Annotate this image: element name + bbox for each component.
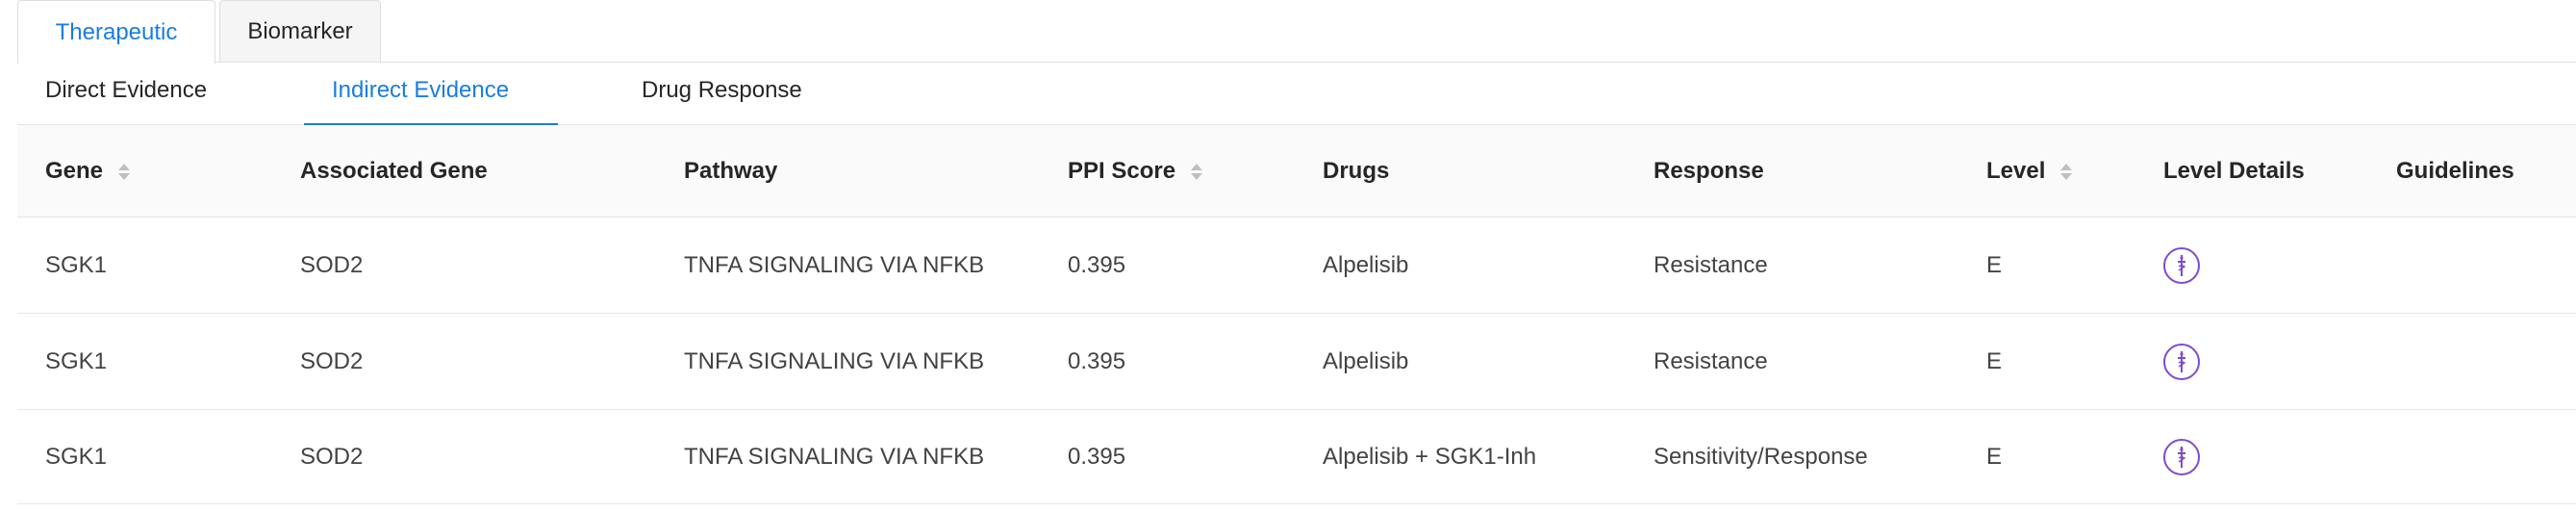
sort-icon[interactable]	[2060, 163, 2073, 180]
sort-icon[interactable]	[118, 163, 131, 180]
column-header-response: Response	[1654, 125, 1764, 218]
dagger-info-icon[interactable]	[2163, 343, 2200, 380]
cell-level: E	[1986, 347, 2003, 374]
table-row: SGK1 SOD2 TNFA SIGNALING VIA NFKB 0.395 …	[17, 218, 2576, 314]
dagger-info-icon[interactable]	[2163, 246, 2200, 284]
column-header-drugs: Drugs	[1323, 125, 1389, 218]
table-row: SGK1 SOD2 TNFA SIGNALING VIA NFKB 0.395 …	[17, 410, 2576, 504]
cell-pathway: TNFA SIGNALING VIA NFKB	[684, 347, 985, 374]
column-header-guidelines-label: Guidelines	[2396, 158, 2514, 184]
column-header-response-label: Response	[1654, 158, 1764, 184]
column-header-ppi-score[interactable]: PPI Score	[1068, 125, 1203, 218]
cell-gene: SGK1	[45, 347, 108, 374]
column-header-level[interactable]: Level	[1986, 125, 2073, 218]
cell-level-details	[2163, 218, 2200, 313]
cell-ppi-score: 0.395	[1068, 443, 1126, 470]
column-header-pathway-label: Pathway	[684, 158, 778, 184]
tab-biomarker-label: Biomarker	[247, 17, 353, 44]
column-header-associated-gene-label: Associated Gene	[300, 158, 488, 184]
tab-therapeutic-label: Therapeutic	[55, 18, 178, 45]
cell-gene: SGK1	[45, 251, 108, 278]
cell-drugs: Alpelisib	[1323, 347, 1409, 374]
dagger-info-icon[interactable]	[2163, 438, 2200, 475]
column-header-level-details: Level Details	[2163, 125, 2305, 218]
tab-therapeutic[interactable]: Therapeutic	[17, 0, 215, 64]
cell-ppi-score: 0.395	[1068, 251, 1126, 278]
subtab-indirect-evidence-label: Indirect Evidence	[332, 77, 510, 103]
subtab-direct-evidence-label: Direct Evidence	[45, 77, 208, 103]
column-header-pathway: Pathway	[684, 125, 777, 218]
cell-response: Resistance	[1654, 251, 1768, 278]
tab-biomarker[interactable]: Biomarker	[219, 0, 381, 62]
evidence-sub-tabs: Direct Evidence Indirect Evidence Drug R…	[17, 64, 2576, 126]
cell-drugs: Alpelisib + SGK1-Inh	[1323, 443, 1537, 470]
cell-gene: SGK1	[45, 443, 108, 470]
sort-icon[interactable]	[1191, 163, 1203, 180]
cell-pathway: TNFA SIGNALING VIA NFKB	[684, 251, 985, 278]
main-tab-baseline	[17, 62, 2576, 63]
cell-level: E	[1986, 251, 2003, 278]
column-header-guidelines: Guidelines	[2396, 125, 2514, 218]
cell-level-details	[2163, 410, 2200, 503]
cell-pathway: TNFA SIGNALING VIA NFKB	[684, 443, 985, 470]
cell-associated-gene: SOD2	[300, 251, 364, 278]
column-header-gene[interactable]: Gene	[45, 125, 131, 218]
subtab-indirect-evidence[interactable]: Indirect Evidence	[332, 77, 509, 104]
subtab-direct-evidence[interactable]: Direct Evidence	[45, 77, 207, 104]
cell-response: Resistance	[1654, 347, 1768, 374]
column-header-associated-gene: Associated Gene	[300, 125, 488, 218]
cell-associated-gene: SOD2	[300, 347, 364, 374]
cell-associated-gene: SOD2	[300, 443, 364, 470]
cell-response: Sensitivity/Response	[1654, 443, 1868, 470]
column-header-ppi-score-label: PPI Score	[1068, 158, 1176, 184]
main-tab-bar: Therapeutic Biomarker	[17, 0, 2576, 64]
column-header-level-label: Level	[1986, 158, 2046, 184]
column-header-gene-label: Gene	[45, 158, 104, 184]
table-header: Gene Associated Gene Pathway PPI Score D…	[17, 125, 2576, 218]
column-header-drugs-label: Drugs	[1323, 158, 1390, 184]
cell-level: E	[1986, 443, 2003, 470]
column-header-level-details-label: Level Details	[2163, 158, 2305, 184]
table-row: SGK1 SOD2 TNFA SIGNALING VIA NFKB 0.395 …	[17, 314, 2576, 410]
subtab-drug-response[interactable]: Drug Response	[642, 77, 802, 104]
cell-ppi-score: 0.395	[1068, 347, 1126, 374]
cell-level-details	[2163, 314, 2200, 409]
subtab-drug-response-label: Drug Response	[642, 77, 802, 103]
cell-drugs: Alpelisib	[1323, 251, 1409, 278]
